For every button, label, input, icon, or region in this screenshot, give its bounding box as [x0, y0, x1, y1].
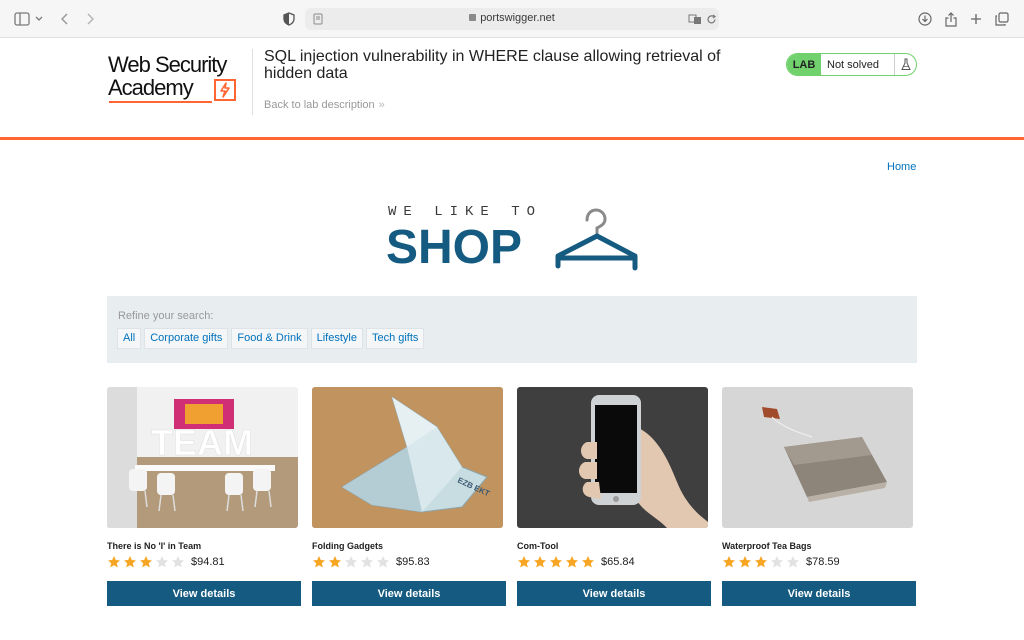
filter-food-and-drink[interactable]: Food & Drink — [231, 328, 308, 349]
shop-logo-tagline: WE LIKE TO — [388, 204, 543, 220]
star-empty-icon — [172, 556, 184, 568]
star-rating — [107, 555, 185, 569]
star-filled-icon — [140, 556, 152, 568]
tab-overview-icon[interactable] — [992, 9, 1012, 29]
star-empty-icon — [345, 556, 357, 568]
address-bar[interactable]: portswigger.net — [305, 8, 719, 30]
header-accent-line — [0, 137, 1024, 140]
product-name: There is No 'I' in Team — [107, 541, 202, 551]
star-filled-icon — [108, 556, 120, 568]
double-chevron-right-icon: » — [378, 99, 385, 111]
share-icon[interactable] — [941, 9, 961, 29]
product-image-team[interactable]: TEAM — [107, 387, 298, 528]
star-empty-icon — [771, 556, 783, 568]
product-card: EZB EKT Folding Gadgets $95.83 View deta… — [312, 387, 506, 606]
refine-search-label: Refine your search: — [118, 310, 214, 322]
lab-badge-label: LAB — [787, 54, 821, 75]
product-card: Waterproof Tea Bags $78.59 View details — [722, 387, 916, 606]
header-divider — [252, 49, 253, 115]
new-tab-icon[interactable] — [966, 9, 986, 29]
star-filled-icon — [723, 556, 735, 568]
product-name: Waterproof Tea Bags — [722, 541, 812, 551]
product-rating: $95.83 — [312, 555, 430, 569]
privacy-shield-icon[interactable] — [279, 9, 299, 29]
product-card: Com-Tool $65.84 View details — [517, 387, 711, 606]
filter-lifestyle[interactable]: Lifestyle — [310, 328, 363, 349]
star-empty-icon — [156, 556, 168, 568]
product-rating: $65.84 — [517, 555, 635, 569]
star-filled-icon — [739, 556, 751, 568]
logo-line1: Web Security — [108, 52, 227, 77]
lab-status-badge: LAB Not solved — [786, 53, 917, 76]
lab-header: Web Security Academy SQL injection vulne… — [0, 39, 1024, 138]
url-text: portswigger.net — [480, 12, 555, 24]
lightning-bolt-icon — [214, 79, 236, 101]
product-rating: $78.59 — [722, 555, 840, 569]
product-price: $78.59 — [806, 556, 840, 568]
product-card: TEAM There is No 'I' in Team $94.81 View… — [107, 387, 301, 606]
product-price: $94.81 — [191, 556, 225, 568]
back-link-label: Back to lab description — [264, 99, 375, 111]
star-filled-icon — [124, 556, 136, 568]
lab-status-text: Not solved — [827, 58, 879, 71]
star-empty-icon — [377, 556, 389, 568]
filter-corporate-gifts[interactable]: Corporate gifts — [144, 328, 229, 349]
product-grid: TEAM There is No 'I' in Team $94.81 View… — [107, 387, 918, 617]
home-link[interactable]: Home — [887, 161, 916, 173]
downloads-icon[interactable] — [915, 9, 935, 29]
lock-icon — [469, 14, 477, 21]
we-like-to-shop-logo: WE LIKE TO SHOP — [386, 202, 648, 276]
view-details-button[interactable]: View details — [312, 581, 506, 606]
forward-icon[interactable] — [80, 9, 100, 29]
star-rating — [722, 555, 800, 569]
view-details-button[interactable]: View details — [107, 581, 301, 606]
star-filled-icon — [755, 556, 767, 568]
star-filled-icon — [582, 556, 594, 568]
star-empty-icon — [787, 556, 799, 568]
product-name: Com-Tool — [517, 541, 559, 551]
product-price: $95.83 — [396, 556, 430, 568]
star-filled-icon — [329, 556, 341, 568]
star-rating — [312, 555, 390, 569]
view-details-button[interactable]: View details — [517, 581, 711, 606]
star-filled-icon — [313, 556, 325, 568]
back-icon[interactable] — [55, 9, 75, 29]
product-price: $65.84 — [601, 556, 635, 568]
sidebar-toggle-icon[interactable] — [12, 9, 32, 29]
reload-icon[interactable] — [701, 9, 721, 29]
product-name: Folding Gadgets — [312, 541, 383, 551]
back-to-lab-description-link[interactable]: Back to lab description» — [264, 99, 385, 111]
star-rating — [517, 555, 595, 569]
star-filled-icon — [534, 556, 546, 568]
chevron-down-icon[interactable] — [32, 9, 46, 29]
filter-all[interactable]: All — [117, 328, 142, 349]
product-image-com-tool[interactable] — [517, 387, 708, 528]
star-filled-icon — [550, 556, 562, 568]
shop-logo-text: SHOP — [386, 221, 523, 274]
browser-toolbar: portswigger.net — [0, 0, 1024, 38]
product-image-waterproof-tea-bags[interactable] — [722, 387, 913, 528]
flask-icon — [894, 54, 916, 75]
logo-underline — [109, 101, 212, 103]
product-image-folding-gadgets[interactable]: EZB EKT — [312, 387, 503, 528]
product-rating: $94.81 — [107, 555, 225, 569]
star-filled-icon — [566, 556, 578, 568]
filter-tech-gifts[interactable]: Tech gifts — [365, 328, 425, 349]
lab-title: SQL injection vulnerability in WHERE cla… — [264, 48, 721, 82]
svg-text:TEAM: TEAM — [151, 422, 253, 463]
refine-search-panel: Refine your search: All Corporate gifts … — [107, 296, 917, 363]
view-details-button[interactable]: View details — [722, 581, 916, 606]
hanger-icon — [555, 208, 638, 271]
web-security-academy-logo[interactable]: Web Security Academy — [108, 53, 253, 105]
star-empty-icon — [361, 556, 373, 568]
star-filled-icon — [518, 556, 530, 568]
